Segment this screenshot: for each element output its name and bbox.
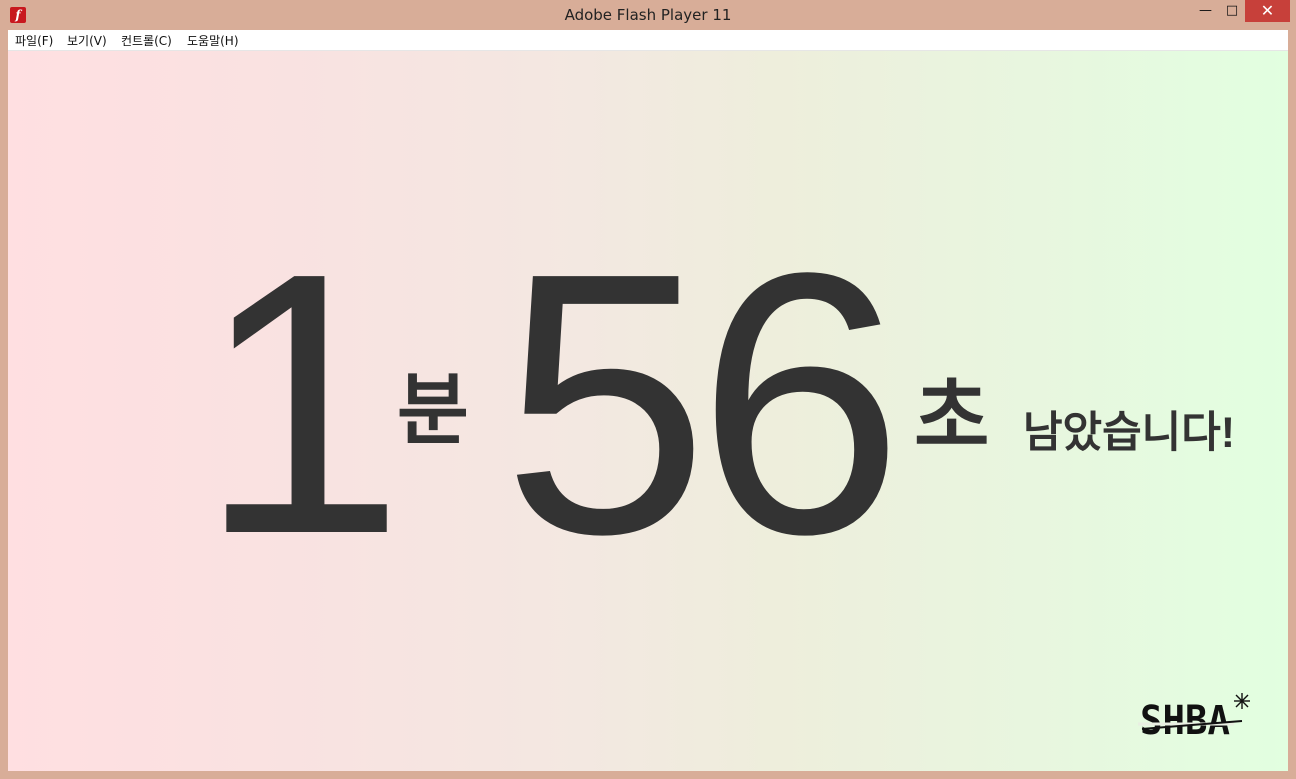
menu-bar: 파일(F) 보기(V) 컨트롤(C) 도움말(H) <box>8 30 1288 51</box>
remaining-text: 남았습니다! <box>1023 409 1236 457</box>
menu-help[interactable]: 도움말(H) <box>187 32 239 49</box>
menu-view[interactable]: 보기(V) <box>67 32 107 49</box>
logo-text: SHBA <box>1140 698 1230 743</box>
window-title: Adobe Flash Player 11 <box>564 6 732 24</box>
menu-file[interactable]: 파일(F) <box>15 32 53 49</box>
minimize-button[interactable]: — <box>1192 0 1219 22</box>
seconds-value: 56 <box>502 195 904 611</box>
seconds-unit-label: 초 <box>914 372 990 463</box>
minutes-unit-label: 분 <box>397 366 469 454</box>
close-button[interactable]: ✕ <box>1245 0 1290 22</box>
title-bar[interactable]: f Adobe Flash Player 11 — □ ✕ <box>0 0 1296 30</box>
shba-logo: SHBA <box>1138 693 1250 743</box>
menu-control[interactable]: 컨트롤(C) <box>121 32 172 49</box>
flash-player-window: f Adobe Flash Player 11 — □ ✕ 파일(F) 보기(V… <box>0 0 1296 779</box>
flash-content-area: 1 분 56 초 남았습니다! SHBA <box>8 51 1288 771</box>
sparkle-icon <box>1234 693 1250 709</box>
minutes-value: 1 <box>198 195 405 611</box>
maximize-button[interactable]: □ <box>1219 0 1245 22</box>
